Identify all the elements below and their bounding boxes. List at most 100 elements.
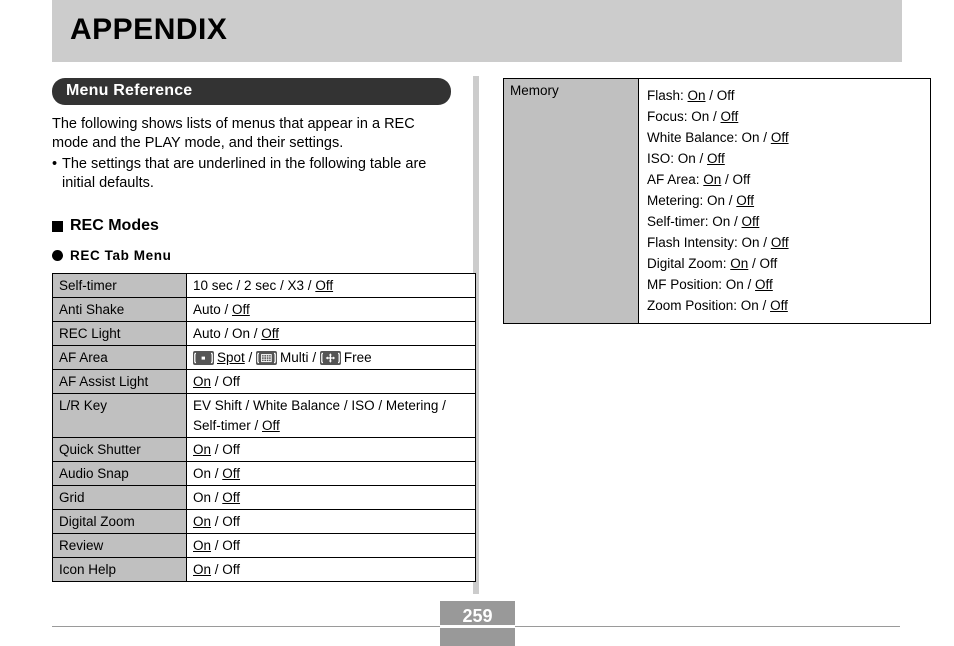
option-text: Flash Intensity: On / bbox=[647, 235, 771, 250]
option-line: Self-timer / Off bbox=[193, 417, 469, 434]
option-text: / Off bbox=[211, 374, 241, 389]
option-text: 10 sec / 2 sec / X3 / bbox=[193, 278, 316, 293]
default-value: On bbox=[193, 442, 212, 457]
option-line: EV Shift / White Balance / ISO / Meterin… bbox=[193, 397, 469, 414]
option-text: / Off bbox=[705, 88, 735, 103]
option-text: EV Shift / White Balance / ISO / Meterin… bbox=[193, 398, 446, 413]
option-text: / Off bbox=[211, 562, 241, 577]
option-line: On / Off bbox=[193, 489, 469, 506]
setting-name-cell: Audio Snap bbox=[52, 461, 187, 486]
rec-tab-menu-table: Self-timer 10 sec / 2 sec / X3 / Off Anti … bbox=[52, 273, 476, 582]
memory-option-line: Zoom Position: On / Off bbox=[647, 295, 922, 316]
option-text: / Off bbox=[211, 514, 241, 529]
option-text: Flash: bbox=[647, 88, 688, 103]
setting-options-cell: On / Off bbox=[186, 509, 476, 534]
af-multi-icon bbox=[256, 351, 278, 365]
memory-option-line: Metering: On / Off bbox=[647, 190, 922, 211]
section-banner-label: Menu Reference bbox=[66, 82, 193, 99]
option-line: Auto / On / Off bbox=[193, 325, 469, 342]
circle-bullet-icon bbox=[52, 250, 63, 261]
option-text: AF Area: bbox=[647, 172, 704, 187]
default-value: On bbox=[687, 88, 706, 103]
default-value: Off bbox=[770, 130, 789, 145]
setting-name-cell: Quick Shutter bbox=[52, 437, 187, 462]
memory-row-label: Memory bbox=[503, 78, 639, 324]
square-bullet-icon bbox=[52, 220, 63, 232]
page-header-band: APPENDIX bbox=[52, 0, 902, 62]
setting-name-cell: Review bbox=[52, 533, 187, 558]
default-value: On bbox=[703, 172, 722, 187]
option-text: / Off bbox=[211, 538, 241, 553]
table-row: Grid On / Off bbox=[52, 485, 476, 510]
memory-option-line: MF Position: On / Off bbox=[647, 274, 922, 295]
table-row: L/R Key EV Shift / White Balance / ISO / … bbox=[52, 393, 476, 438]
default-value: On bbox=[193, 514, 212, 529]
option-line: On / Off bbox=[193, 465, 469, 482]
option-line: On / Off bbox=[193, 537, 469, 554]
memory-option-line: Digital Zoom: On / Off bbox=[647, 253, 922, 274]
option-text: On / bbox=[193, 490, 223, 505]
setting-name-cell: REC Light bbox=[52, 321, 187, 346]
table-row: Review On / Off bbox=[52, 533, 476, 558]
option-text: / Off bbox=[211, 442, 241, 457]
setting-options-cell: Auto / On / Off bbox=[186, 321, 476, 346]
default-value: Off bbox=[720, 109, 739, 124]
option-text: / Off bbox=[721, 172, 751, 187]
option-line: On / Off bbox=[193, 373, 469, 390]
page-title: APPENDIX bbox=[70, 13, 228, 46]
setting-options-cell: On / Off bbox=[186, 485, 476, 510]
option-text: Zoom Position: On / bbox=[647, 298, 771, 313]
table-row: Digital Zoom On / Off bbox=[52, 509, 476, 534]
option-separator: / bbox=[244, 350, 257, 365]
setting-options-cell: On / Off bbox=[186, 461, 476, 486]
option-line: Auto / Off bbox=[193, 301, 469, 318]
table-row: Icon Help On / Off bbox=[52, 557, 476, 582]
option-line: On / Off bbox=[193, 441, 469, 458]
option-line: On / Off bbox=[193, 561, 469, 578]
page-number: 259 bbox=[462, 606, 493, 626]
memory-option-line: AF Area: On / Off bbox=[647, 169, 922, 190]
option-text: Multi bbox=[280, 350, 309, 365]
heading-rec-modes-label: REC Modes bbox=[70, 217, 159, 234]
option-line: Spot / Multi / Free bbox=[193, 349, 469, 366]
option-line: 10 sec / 2 sec / X3 / Off bbox=[193, 277, 469, 294]
option-text: Digital Zoom: bbox=[647, 256, 731, 271]
appendix-page: APPENDIX Menu Reference The following sh… bbox=[0, 0, 954, 646]
default-value: Spot bbox=[217, 350, 245, 365]
default-value: Off bbox=[770, 298, 788, 313]
section-banner: Menu Reference bbox=[52, 78, 451, 105]
option-separator: / bbox=[308, 350, 320, 365]
memory-option-line: ISO: On / Off bbox=[647, 148, 922, 169]
setting-name-cell: L/R Key bbox=[52, 393, 187, 438]
table-row: AF Assist Light On / Off bbox=[52, 369, 476, 394]
default-value: On bbox=[193, 562, 212, 577]
setting-options-cell: 10 sec / 2 sec / X3 / Off bbox=[186, 273, 476, 298]
option-line: On / Off bbox=[193, 513, 469, 530]
setting-name-cell: AF Area bbox=[52, 345, 187, 370]
table-row: Memory Flash: On / Off Focus: On / Off Whi… bbox=[503, 78, 931, 324]
setting-options-cell: On / Off bbox=[186, 369, 476, 394]
setting-name-cell: Icon Help bbox=[52, 557, 187, 582]
setting-name-cell: AF Assist Light bbox=[52, 369, 187, 394]
setting-name-cell: Digital Zoom bbox=[52, 509, 187, 534]
memory-option-line: Focus: On / Off bbox=[647, 106, 922, 127]
default-value: Off bbox=[261, 326, 280, 341]
option-text: White Balance: On / bbox=[647, 130, 771, 145]
default-value: Off bbox=[741, 214, 760, 229]
intro-paragraph: The following shows lists of menus that … bbox=[52, 116, 415, 151]
setting-name-cell: Grid bbox=[52, 485, 187, 510]
left-column: Menu Reference The following shows lists… bbox=[52, 78, 476, 582]
setting-name-cell: Self-timer bbox=[52, 273, 187, 298]
default-value: Off bbox=[755, 277, 773, 292]
table-row: Anti Shake Auto / Off bbox=[52, 297, 476, 322]
setting-options-cell: Auto / Off bbox=[186, 297, 476, 322]
option-text: Auto / bbox=[193, 302, 233, 317]
default-value: Off bbox=[222, 490, 241, 505]
af-spot-icon bbox=[193, 351, 214, 365]
default-value: Off bbox=[232, 302, 250, 317]
setting-options-cell: On / Off bbox=[186, 437, 476, 462]
heading-rec-tab-menu: REC Tab Menu bbox=[52, 248, 452, 263]
default-value: Off bbox=[315, 278, 334, 293]
setting-options-cell: On / Off bbox=[186, 533, 476, 558]
default-value: On bbox=[193, 374, 212, 389]
